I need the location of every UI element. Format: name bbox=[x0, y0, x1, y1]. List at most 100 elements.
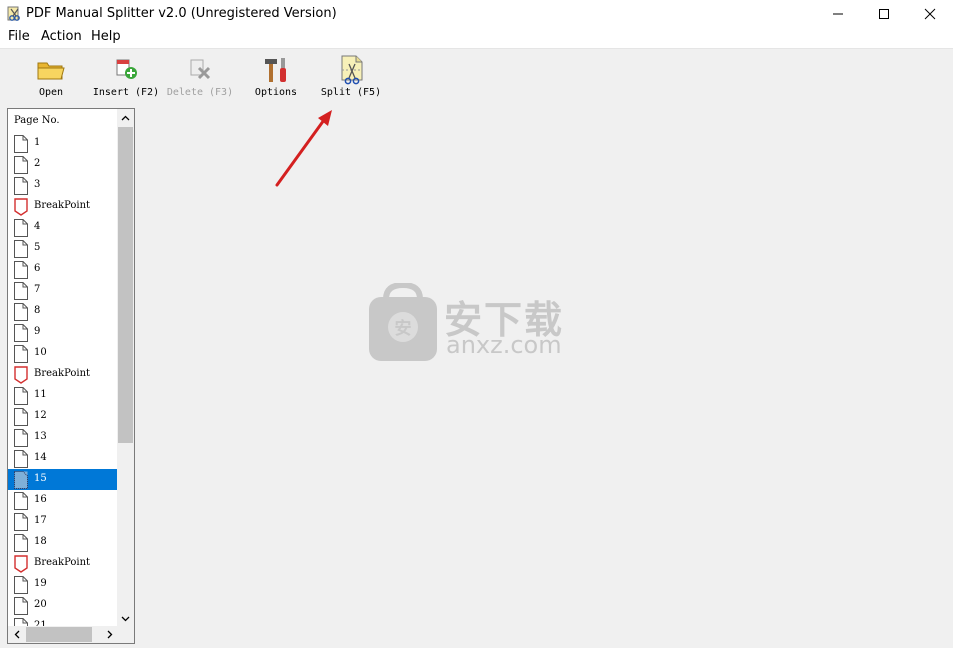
minimize-button[interactable] bbox=[815, 0, 861, 28]
page-row-label: 11 bbox=[34, 389, 47, 400]
page-row-label: 20 bbox=[34, 599, 47, 610]
page-row-label: 4 bbox=[34, 221, 41, 232]
page-row-label: 6 bbox=[34, 263, 41, 274]
page-icon bbox=[14, 303, 28, 321]
page-list[interactable]: Page No. 1 2 3 BreakPoint 4 5 6 7 8 9 10 BreakPoint… bbox=[7, 108, 135, 644]
window-title: PDF Manual Splitter v2.0 (Unregistered V… bbox=[26, 6, 337, 21]
scroll-up-button[interactable] bbox=[117, 109, 134, 126]
options-label: Options bbox=[254, 87, 298, 98]
page-row[interactable]: 14 bbox=[8, 448, 118, 469]
maximize-icon bbox=[879, 9, 889, 19]
delete-page-icon bbox=[190, 59, 211, 80]
page-icon bbox=[14, 135, 28, 153]
page-row[interactable]: 10 bbox=[8, 343, 118, 364]
open-label: Open bbox=[38, 87, 64, 98]
page-row[interactable]: 13 bbox=[8, 427, 118, 448]
delete-button[interactable]: Delete (F3) bbox=[164, 55, 236, 103]
delete-label: Delete (F3) bbox=[166, 87, 234, 98]
page-list-header: Page No. bbox=[14, 115, 60, 126]
insert-label: Insert (F2) bbox=[92, 87, 160, 98]
page-list-rows: 1 2 3 BreakPoint 4 5 6 7 8 9 10 BreakPoint 11 12 13 14 1… bbox=[8, 133, 118, 637]
page-row[interactable]: 7 bbox=[8, 280, 118, 301]
annotation-arrow-icon bbox=[275, 110, 332, 187]
horizontal-scroll-thumb[interactable] bbox=[26, 627, 92, 642]
page-icon bbox=[14, 597, 28, 615]
page-row-label: 8 bbox=[34, 305, 41, 316]
page-row[interactable]: 20 bbox=[8, 595, 118, 616]
tools-icon bbox=[265, 58, 286, 82]
page-row[interactable]: 11 bbox=[8, 385, 118, 406]
page-row-label: 12 bbox=[34, 410, 47, 421]
folder-icon bbox=[37, 62, 65, 80]
page-row-label: BreakPoint bbox=[34, 200, 91, 211]
page-row[interactable]: 15 bbox=[8, 469, 118, 490]
page-icon bbox=[14, 345, 28, 363]
split-button[interactable]: Split (F5) bbox=[318, 55, 384, 103]
chevron-right-icon bbox=[107, 630, 112, 639]
maximize-button[interactable] bbox=[861, 0, 907, 28]
breakpoint-marker-icon bbox=[14, 366, 28, 384]
breakpoint-row[interactable]: BreakPoint bbox=[8, 364, 118, 385]
vertical-scrollbar[interactable] bbox=[117, 109, 134, 627]
insert-page-icon bbox=[116, 59, 137, 79]
page-icon bbox=[14, 219, 28, 237]
page-row-label: 14 bbox=[34, 452, 47, 463]
horizontal-scrollbar[interactable] bbox=[8, 626, 118, 643]
breakpoint-marker-icon bbox=[14, 198, 28, 216]
scroll-left-button[interactable] bbox=[8, 626, 25, 643]
scroll-right-button[interactable] bbox=[101, 626, 118, 643]
close-button[interactable] bbox=[907, 0, 953, 28]
page-icon bbox=[14, 429, 28, 447]
page-row-label: 2 bbox=[34, 158, 41, 169]
page-row[interactable]: 17 bbox=[8, 511, 118, 532]
options-button[interactable]: Options bbox=[252, 55, 300, 103]
watermark-en-text: anxz.com bbox=[446, 331, 562, 359]
scrollbar-corner bbox=[117, 626, 134, 643]
toolbar: Open Insert (F2) Delete (F3) Options Spl… bbox=[0, 49, 953, 107]
page-row-label: 1 bbox=[34, 137, 41, 148]
menu-action[interactable]: Action bbox=[41, 29, 82, 44]
page-row-label: 13 bbox=[34, 431, 47, 442]
breakpoint-marker-icon bbox=[14, 555, 28, 573]
page-row[interactable]: 6 bbox=[8, 259, 118, 280]
page-row-label: 18 bbox=[34, 536, 47, 547]
vertical-scroll-thumb[interactable] bbox=[118, 127, 133, 443]
menu-bar: File Action Help bbox=[0, 28, 953, 49]
open-button[interactable]: Open bbox=[30, 55, 72, 103]
minimize-icon bbox=[833, 13, 843, 15]
page-row[interactable]: 9 bbox=[8, 322, 118, 343]
split-scissors-icon bbox=[341, 55, 363, 85]
page-icon bbox=[14, 471, 28, 489]
page-row-label: 9 bbox=[34, 326, 41, 337]
page-row[interactable]: 16 bbox=[8, 490, 118, 511]
page-icon bbox=[14, 513, 28, 531]
page-row-label: 16 bbox=[34, 494, 47, 505]
breakpoint-row[interactable]: BreakPoint bbox=[8, 196, 118, 217]
scroll-down-button[interactable] bbox=[117, 610, 134, 627]
svg-text:安: 安 bbox=[395, 318, 412, 339]
page-row-label: 15 bbox=[34, 473, 47, 484]
page-row[interactable]: 19 bbox=[8, 574, 118, 595]
insert-button[interactable]: Insert (F2) bbox=[90, 55, 162, 103]
menu-help[interactable]: Help bbox=[91, 29, 121, 44]
page-row-label: BreakPoint bbox=[34, 557, 91, 568]
page-row[interactable]: 5 bbox=[8, 238, 118, 259]
page-row[interactable]: 3 bbox=[8, 175, 118, 196]
page-row-label: 17 bbox=[34, 515, 47, 526]
page-row[interactable]: 12 bbox=[8, 406, 118, 427]
page-row-label: 5 bbox=[34, 242, 41, 253]
page-row[interactable]: 18 bbox=[8, 532, 118, 553]
page-row[interactable]: 4 bbox=[8, 217, 118, 238]
page-row[interactable]: 8 bbox=[8, 301, 118, 322]
breakpoint-row[interactable]: BreakPoint bbox=[8, 553, 118, 574]
page-row-label: BreakPoint bbox=[34, 368, 91, 379]
page-icon bbox=[14, 408, 28, 426]
page-icon bbox=[14, 450, 28, 468]
page-icon bbox=[14, 387, 28, 405]
page-row[interactable]: 1 bbox=[8, 133, 118, 154]
page-row[interactable]: 2 bbox=[8, 154, 118, 175]
close-icon bbox=[924, 8, 936, 20]
page-icon bbox=[14, 261, 28, 279]
menu-file[interactable]: File bbox=[8, 29, 30, 44]
page-row-label: 10 bbox=[34, 347, 47, 358]
